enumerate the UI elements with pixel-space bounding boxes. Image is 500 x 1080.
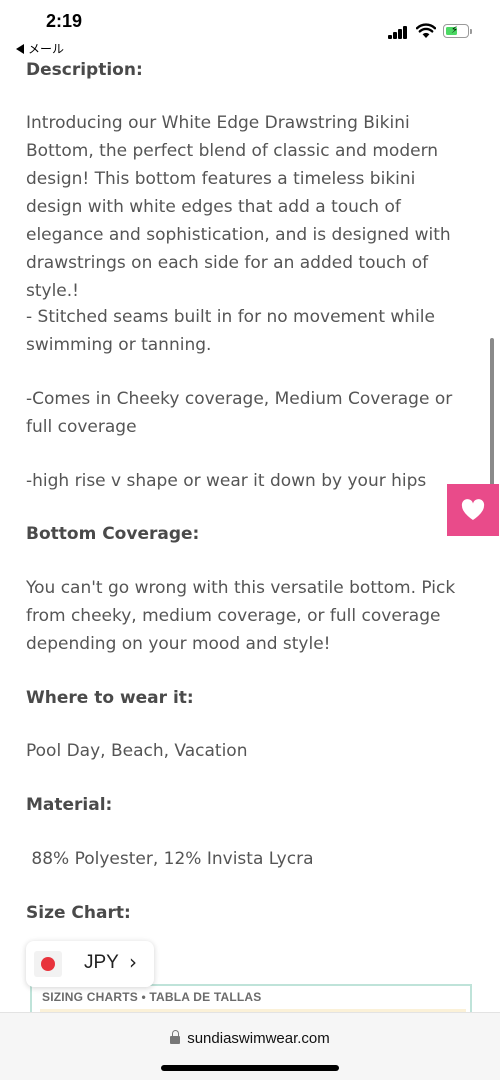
back-to-mail-button[interactable]: メール xyxy=(16,40,64,57)
page-scrollbar[interactable] xyxy=(490,338,494,488)
feature-bullet-2: -Comes in Cheeky coverage, Medium Covera… xyxy=(26,389,453,437)
currency-selector[interactable]: JPY › xyxy=(26,941,154,987)
url-text: sundiaswimwear.com xyxy=(187,1030,330,1047)
currency-code: JPY xyxy=(84,952,119,973)
home-indicator[interactable] xyxy=(161,1065,339,1071)
url-display[interactable]: sundiaswimwear.com xyxy=(0,1030,500,1047)
wifi-icon xyxy=(416,23,436,38)
back-arrow-icon xyxy=(16,44,24,54)
lock-icon xyxy=(170,1030,181,1044)
where-to-wear-body: Pool Day, Beach, Vacation xyxy=(26,741,248,761)
material-heading: Material: xyxy=(26,795,113,815)
feature-bullet-3: -high rise v shape or wear it down by yo… xyxy=(26,471,427,491)
battery-icon: ⚡ xyxy=(443,24,469,38)
japan-flag-icon xyxy=(34,951,62,977)
sizing-chart-title: SIZING CHARTS • TABLA DE TALLAS xyxy=(42,990,262,1004)
coverage-body: You can't go wrong with this versatile b… xyxy=(26,578,456,654)
chevron-right-icon: › xyxy=(129,950,137,974)
size-chart-heading: Size Chart: xyxy=(26,903,131,923)
browser-address-bar[interactable]: sundiaswimwear.com xyxy=(0,1012,500,1080)
status-bar: 2:19 メール ⚡ xyxy=(0,0,500,58)
cellular-signal-icon xyxy=(388,26,410,39)
description-body: Introducing our White Edge Drawstring Bi… xyxy=(26,113,451,301)
heart-icon xyxy=(461,499,485,520)
status-time: 2:19 xyxy=(46,11,83,31)
back-app-label: メール xyxy=(28,42,65,56)
feature-bullet-1: - Stitched seams built in for no movemen… xyxy=(26,307,435,355)
coverage-heading: Bottom Coverage: xyxy=(26,524,200,544)
where-to-wear-heading: Where to wear it: xyxy=(26,688,194,708)
material-body: 88% Polyester, 12% Invista Lycra xyxy=(26,849,314,869)
wishlist-button[interactable] xyxy=(447,484,499,536)
battery-cap xyxy=(470,29,472,34)
description-heading: Description: xyxy=(26,60,143,80)
